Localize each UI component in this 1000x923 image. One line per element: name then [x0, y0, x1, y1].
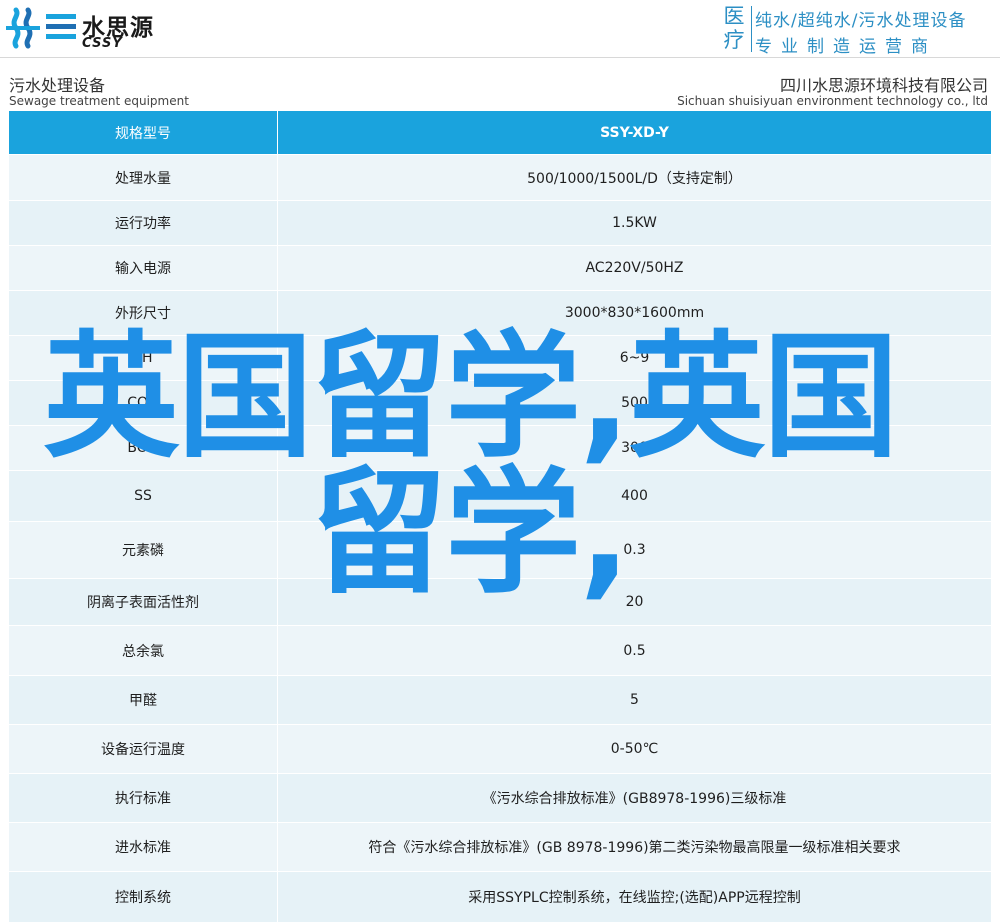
water-drop-logo-icon — [6, 7, 40, 49]
product-category-en: Sewage treatment equipment — [9, 94, 189, 108]
brand-logo[interactable]: 水思源 CSSY — [6, 4, 153, 54]
spec-label: 阴离子表面活性剂 — [8, 578, 278, 626]
spec-label: 执行标准 — [8, 773, 278, 823]
spec-value: 400 — [277, 470, 992, 522]
spec-label: 设备运行温度 — [8, 724, 278, 774]
company-name-cn: 四川水思源环境科技有限公司 — [779, 76, 988, 95]
spec-value: AC220V/50HZ — [277, 245, 992, 291]
product-category-cn: 污水处理设备 — [9, 76, 106, 95]
spec-value: 0-50℃ — [277, 724, 992, 774]
slogan-side-characters: 医 疗 — [719, 4, 749, 52]
table-row: 控制系统 采用SSYPLC控制系统，在线监控;(选配)APP远程控制 — [8, 871, 992, 923]
spec-value: 1.5KW — [277, 200, 992, 246]
spec-label: BOD — [8, 425, 278, 471]
table-row: 总余氯 0.5 — [8, 625, 992, 676]
spec-value: 500 — [277, 380, 992, 426]
company-name-en: Sichuan shuisiyuan environment technolog… — [677, 94, 988, 108]
table-row: 阴离子表面活性剂 20 — [8, 578, 992, 626]
table-row: BOD 300 — [8, 425, 992, 471]
spec-value: 300 — [277, 425, 992, 471]
spec-value: 0.3 — [277, 521, 992, 579]
spec-label: 进水标准 — [8, 822, 278, 872]
spec-label: COD — [8, 380, 278, 426]
spec-value: 5 — [277, 675, 992, 725]
spec-label: 总余氯 — [8, 625, 278, 676]
spec-table: 规格型号 SSY-XD-Y 处理水量 500/1000/1500L/D（支持定制）… — [8, 110, 992, 923]
spec-label: PH — [8, 335, 278, 381]
table-row: 外形尺寸 3000*830*1600mm — [8, 290, 992, 336]
table-row: 执行标准 《污水综合排放标准》(GB8978-1996)三级标准 — [8, 773, 992, 823]
table-row: 输入电源 AC220V/50HZ — [8, 245, 992, 291]
table-row: 甲醛 5 — [8, 675, 992, 725]
wave-logo-icon — [46, 14, 76, 39]
spec-value: 《污水综合排放标准》(GB8978-1996)三级标准 — [277, 773, 992, 823]
spec-value: 6~9 — [277, 335, 992, 381]
spec-label: 运行功率 — [8, 200, 278, 246]
spec-value: 20 — [277, 578, 992, 626]
spec-value: 符合《污水综合排放标准》(GB 8978-1996)第二类污染物最高限量一级标准… — [277, 822, 992, 872]
spec-table-header: 规格型号 SSY-XD-Y — [8, 110, 992, 155]
page-header: 水思源 CSSY 医 疗 纯水/超纯水/污水处理设备 专业制造运营商 — [0, 0, 1000, 57]
slogan-side-char-1: 医 — [723, 4, 745, 28]
spec-label: 元素磷 — [8, 521, 278, 579]
table-row: 进水标准 符合《污水综合排放标准》(GB 8978-1996)第二类污染物最高限量… — [8, 822, 992, 872]
table-row: COD 500 — [8, 380, 992, 426]
slogan-line-products: 纯水/超纯水/污水处理设备 — [755, 11, 967, 31]
table-row: 处理水量 500/1000/1500L/D（支持定制） — [8, 154, 992, 201]
spec-label: 处理水量 — [8, 154, 278, 201]
table-row: 运行功率 1.5KW — [8, 200, 992, 246]
logo-english-name: CSSY — [82, 36, 123, 51]
table-row: 元素磷 0.3 — [8, 521, 992, 579]
table-row: 设备运行温度 0-50℃ — [8, 724, 992, 774]
spec-header-label: 规格型号 — [8, 110, 278, 155]
spec-value: 3000*830*1600mm — [277, 290, 992, 336]
spec-label: 外形尺寸 — [8, 290, 278, 336]
spec-label: 甲醛 — [8, 675, 278, 725]
spec-label: 控制系统 — [8, 871, 278, 923]
spec-value: 0.5 — [277, 625, 992, 676]
slogan-line-operator: 专业制造运营商 — [755, 37, 937, 57]
spec-header-value: SSY-XD-Y — [277, 110, 992, 155]
slogan-divider — [751, 6, 752, 52]
spec-value: 500/1000/1500L/D（支持定制） — [277, 154, 992, 201]
table-row: SS 400 — [8, 470, 992, 522]
spec-value: 采用SSYPLC控制系统，在线监控;(选配)APP远程控制 — [277, 871, 992, 923]
table-row: PH 6~9 — [8, 335, 992, 381]
header-slogan: 医 疗 纯水/超纯水/污水处理设备 专业制造运营商 — [719, 4, 994, 57]
spec-label: 输入电源 — [8, 245, 278, 291]
spec-label: SS — [8, 470, 278, 522]
header-divider — [0, 57, 1000, 58]
slogan-side-char-2: 疗 — [723, 28, 745, 52]
